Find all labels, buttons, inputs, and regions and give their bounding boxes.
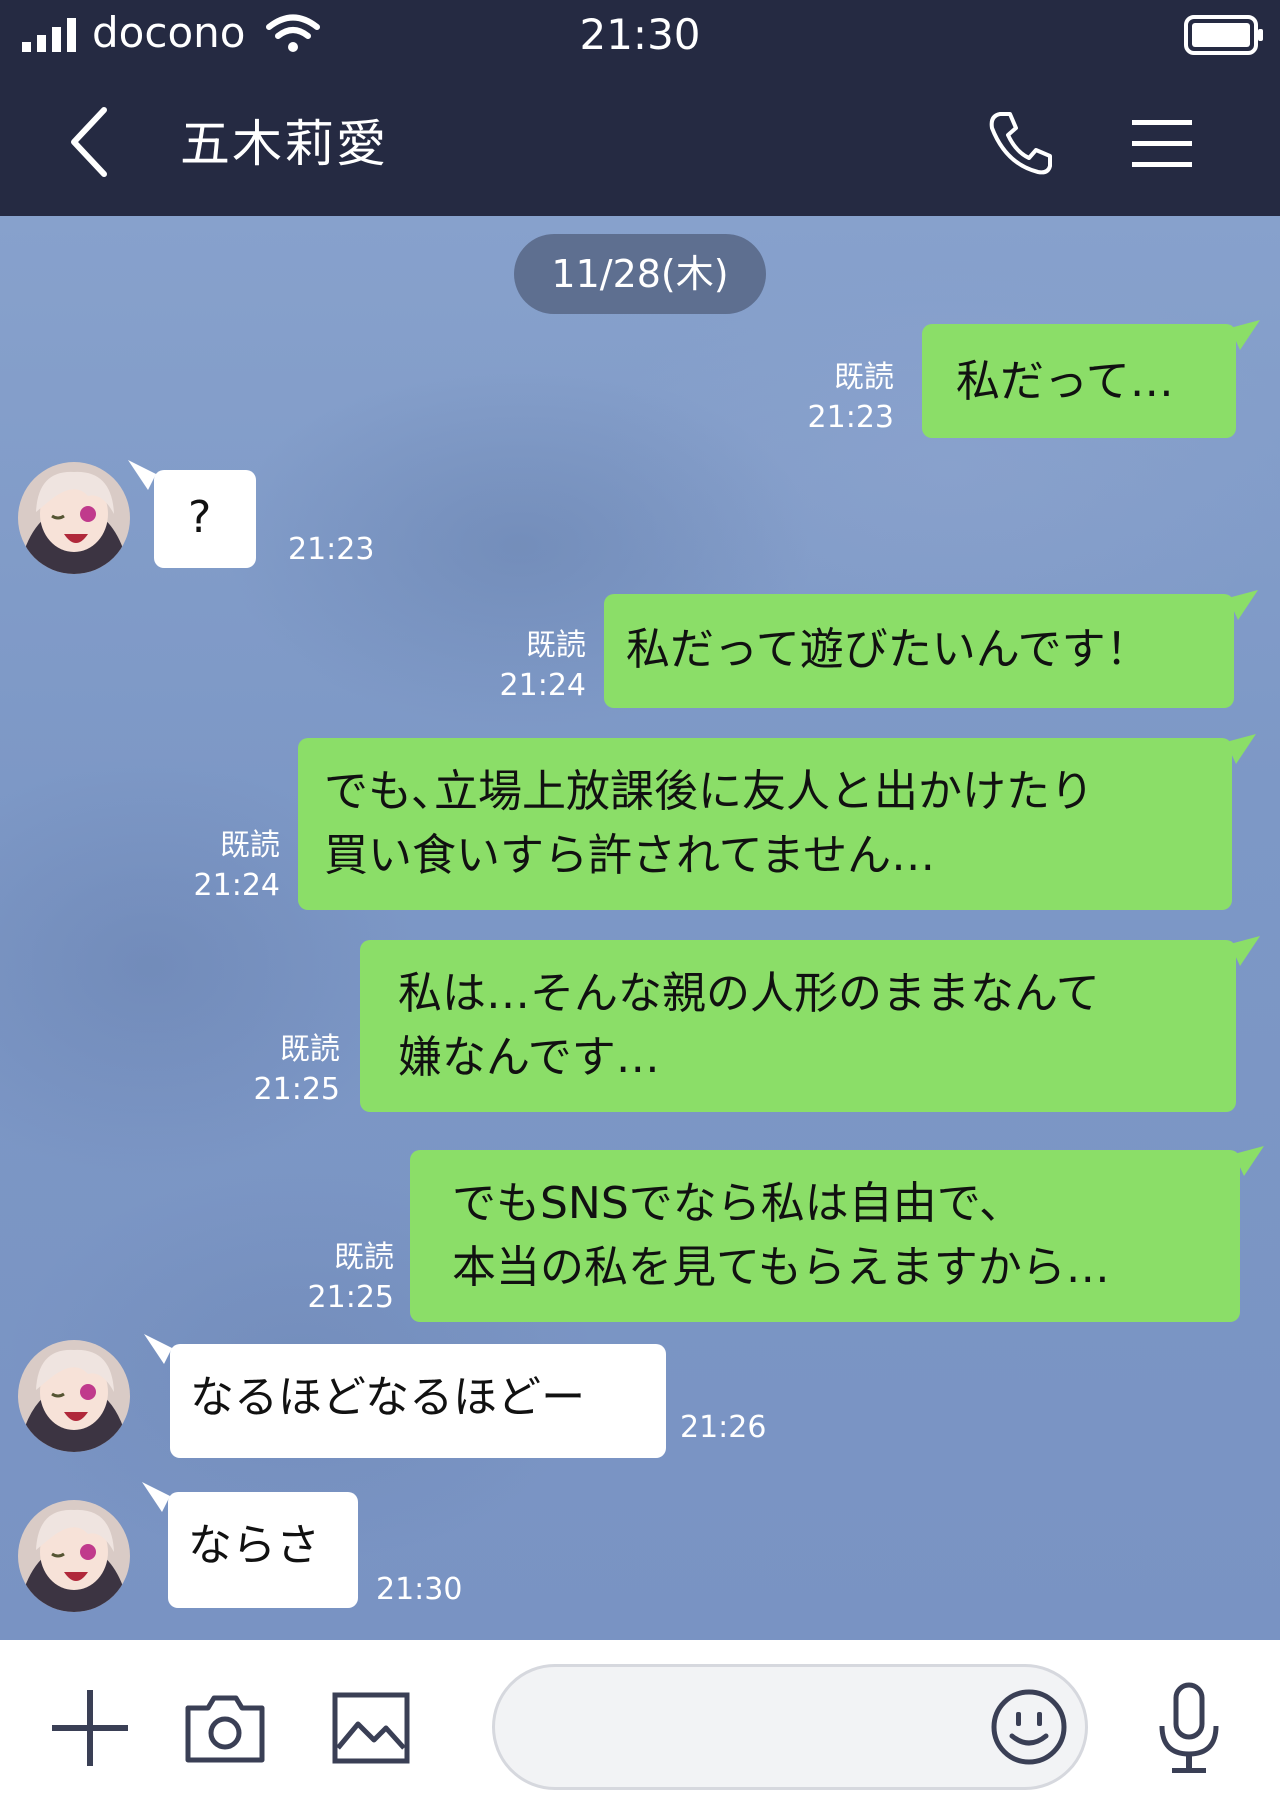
contact-avatar[interactable] bbox=[18, 462, 130, 574]
sent-message-bubble[interactable]: 私は…そんな親の人形のままなんて 嫌なんです… bbox=[360, 936, 1260, 1112]
input-bar bbox=[0, 1640, 1280, 1813]
bubble-tail bbox=[144, 1334, 172, 1364]
bubble-tail bbox=[1230, 320, 1260, 350]
avatar-image bbox=[18, 1500, 130, 1612]
bubble-tail bbox=[1228, 590, 1258, 620]
emoji-icon[interactable] bbox=[990, 1688, 1068, 1766]
microphone-icon[interactable] bbox=[1154, 1682, 1224, 1776]
chat-header: 五木莉愛 bbox=[0, 72, 1280, 216]
camera-icon[interactable] bbox=[184, 1692, 266, 1764]
bubble-tail bbox=[1230, 936, 1260, 966]
message-text: 私だって… bbox=[956, 356, 1174, 407]
menu-icon[interactable] bbox=[1130, 116, 1194, 170]
message-time: 21:23 bbox=[288, 532, 375, 567]
bubble-tail bbox=[128, 460, 156, 490]
sent-message-bubble[interactable]: でも､立場上放課後に友人と出かけたり 買い食いすら許されてません… bbox=[298, 734, 1256, 910]
received-message-bubble[interactable]: ならさ bbox=[142, 1482, 358, 1608]
status-bar: docono 21:30 bbox=[0, 0, 1280, 72]
message-text-line: でも､立場上放課後に友人と出かけたり bbox=[324, 766, 1094, 817]
back-icon[interactable] bbox=[60, 102, 120, 182]
message-meta: 既読 21:25 bbox=[220, 1030, 340, 1110]
image-icon[interactable] bbox=[332, 1692, 410, 1764]
read-receipt: 既読 bbox=[834, 360, 894, 395]
bubble-tail bbox=[1234, 1146, 1264, 1176]
contact-name: 五木莉愛 bbox=[180, 115, 388, 173]
sent-message-bubble[interactable]: 私だって遊びたいんです！ bbox=[604, 590, 1258, 708]
received-message-bubble[interactable]: ? bbox=[128, 460, 256, 568]
read-receipt: 既読 bbox=[220, 828, 280, 863]
avatar-image bbox=[18, 1340, 130, 1452]
phone-icon[interactable] bbox=[986, 108, 1056, 178]
message-time: 21:25 bbox=[307, 1280, 394, 1315]
message-text: ? bbox=[188, 492, 212, 543]
bubble-tail bbox=[1226, 734, 1256, 764]
message-time: 21:24 bbox=[193, 868, 280, 903]
message-text-line: 買い食いすら許されてません… bbox=[324, 830, 936, 881]
received-message-bubble[interactable]: なるほどなるほどー bbox=[144, 1334, 666, 1458]
message-text: 私だって遊びたいんです！ bbox=[626, 624, 1150, 675]
message-meta: 既読 21:23 bbox=[780, 358, 894, 438]
message-text: なるほどなるほどー bbox=[190, 1372, 586, 1423]
message-time: 21:25 bbox=[253, 1072, 340, 1107]
sent-message-bubble[interactable]: 私だって… bbox=[922, 320, 1260, 438]
sent-message-bubble[interactable]: でもSNSでなら私は自由で、 本当の私を見てもらえますから… bbox=[410, 1146, 1264, 1322]
message-meta: 既読 21:24 bbox=[160, 826, 280, 906]
contact-avatar[interactable] bbox=[18, 1500, 130, 1612]
message-time: 21:23 bbox=[807, 400, 894, 435]
message-meta: 既読 21:25 bbox=[274, 1238, 394, 1318]
chat-area[interactable]: 11/28(木) 既読 21:23 私だって… ? 21:23 既読 21:24… bbox=[0, 216, 1280, 1640]
message-time: 21:24 bbox=[499, 668, 586, 703]
read-receipt: 既読 bbox=[334, 1240, 394, 1275]
message-meta: 既読 21:24 bbox=[470, 626, 586, 706]
date-separator: 11/28(木) bbox=[514, 234, 766, 314]
avatar-image bbox=[18, 462, 130, 574]
message-time: 21:26 bbox=[680, 1410, 767, 1445]
message-time: 21:30 bbox=[376, 1572, 463, 1607]
message-text-line: 嫌なんです… bbox=[398, 1032, 660, 1083]
bubble-tail bbox=[142, 1482, 170, 1512]
message-text-line: 本当の私を見てもらえますから… bbox=[452, 1242, 1110, 1293]
message-text-line: でもSNSでなら私は自由で、 bbox=[452, 1178, 1024, 1229]
read-receipt: 既読 bbox=[280, 1032, 340, 1067]
status-time: 21:30 bbox=[579, 10, 701, 59]
contact-avatar[interactable] bbox=[18, 1340, 130, 1452]
message-text: ならさ bbox=[188, 1520, 320, 1571]
plus-icon[interactable] bbox=[50, 1688, 130, 1768]
battery-icon bbox=[1184, 15, 1263, 55]
read-receipt: 既読 bbox=[526, 628, 586, 663]
message-text-line: 私は…そんな親の人形のままなんて bbox=[398, 968, 1100, 1019]
